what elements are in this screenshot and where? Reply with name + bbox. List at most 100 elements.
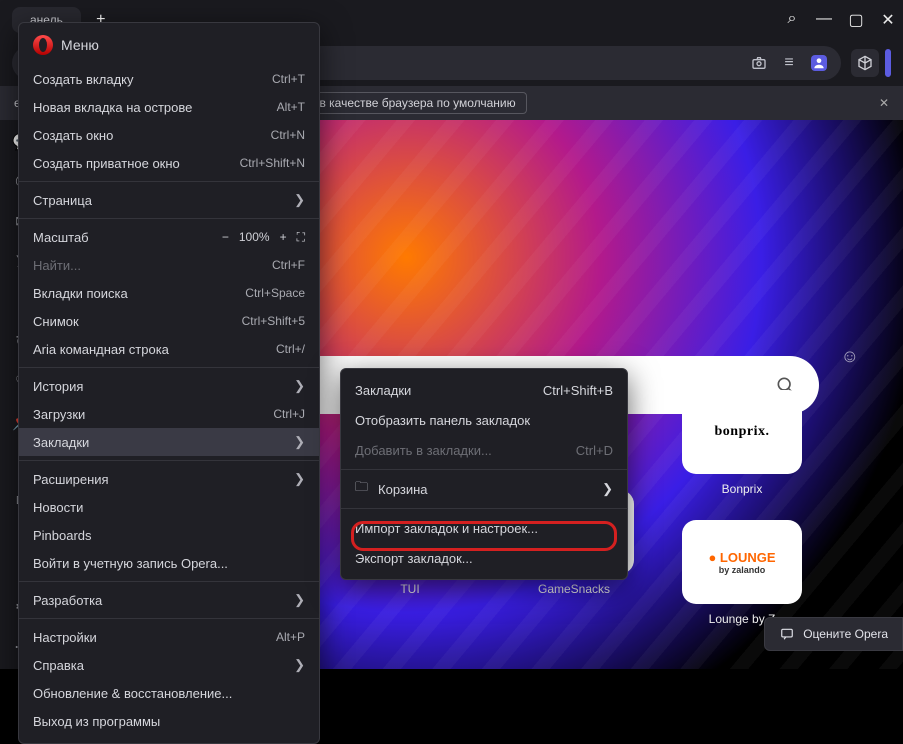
menu-item[interactable]: Войти в учетную запись Opera... — [19, 549, 319, 577]
fullscreen-icon[interactable]: ⛶ — [297, 230, 305, 245]
menu-item-label: Выход из программы — [33, 714, 160, 729]
tile-caption: TUI — [400, 582, 419, 596]
tile-logo-a: ● LOUNGE — [708, 550, 775, 565]
menu-item[interactable]: Разработка ❯ — [19, 586, 319, 614]
menu-item-label: Создать приватное окно — [33, 156, 180, 171]
menu-item[interactable]: Создать окно Ctrl+N — [19, 121, 319, 149]
toolbar-end-icons — [851, 49, 891, 77]
menu-item-label: Создать вкладку — [33, 72, 134, 87]
tile-logo-b: by zalando — [719, 565, 766, 575]
menu-item[interactable]: Pinboards — [19, 521, 319, 549]
folder-icon — [355, 478, 368, 500]
menu-item[interactable]: Выход из программы — [19, 707, 319, 735]
menu-item-label: Справка — [33, 658, 84, 673]
submenu-label: Корзина — [378, 482, 428, 497]
menu-item-label: Закладки — [33, 435, 89, 450]
menu-item-label: Расширения — [33, 472, 109, 487]
menu-item[interactable]: История ❯ — [19, 372, 319, 400]
zoom-controls[interactable]: − 100% + ⛶ — [222, 230, 305, 245]
tile-lounge[interactable]: ● LOUNGE by zalando Lounge by Z — [682, 520, 802, 626]
chat-icon — [779, 626, 795, 642]
menu-item-label: Настройки — [33, 630, 97, 645]
menu-item: Найти... Ctrl+F — [19, 251, 319, 279]
submenu-label: Отобразить панель закладок — [355, 413, 530, 428]
tile-caption: Bonprix — [722, 482, 763, 496]
menu-item-label: Снимок — [33, 314, 79, 329]
menu-shortcut: Alt+T — [277, 100, 305, 114]
menu-shortcut: Ctrl+Shift+5 — [242, 314, 305, 328]
submenu-item[interactable]: Экспорт закладок... — [341, 543, 627, 573]
submenu-label: Экспорт закладок... — [355, 551, 473, 566]
rate-opera-chip[interactable]: Оцените Opera — [764, 617, 903, 651]
chevron-right-icon: ❯ — [294, 192, 305, 208]
submenu-left: Закладки — [355, 383, 411, 398]
menu-item-label: Новая вкладка на острове — [33, 100, 192, 115]
menu-item[interactable]: Обновление & восстановление... — [19, 679, 319, 707]
submenu-item[interactable]: Корзина❯ — [341, 474, 627, 504]
menu-item[interactable]: Справка ❯ — [19, 651, 319, 679]
camera-icon[interactable] — [751, 55, 767, 71]
menu-item[interactable]: Новости — [19, 493, 319, 521]
submenu-left: Отобразить панель закладок — [355, 413, 530, 428]
menu-item[interactable]: Масштаб − 100% + ⛶ — [19, 223, 319, 251]
chevron-right-icon: ❯ — [294, 657, 305, 673]
menu-item-label: Новости — [33, 500, 83, 515]
rate-label: Оцените Opera — [803, 627, 888, 641]
menu-item[interactable]: Новая вкладка на острове Alt+T — [19, 93, 319, 121]
menu-item[interactable]: Вкладки поискаCtrl+Space — [19, 279, 319, 307]
minimize-button[interactable]: — — [817, 10, 831, 30]
submenu-left: Экспорт закладок... — [355, 551, 473, 566]
menu-shortcut: Ctrl+N — [271, 128, 305, 142]
menu-item-label: Aria командная строка — [33, 342, 169, 357]
smiley-icon[interactable]: ☺ — [841, 346, 859, 367]
submenu-left: Корзина — [355, 478, 428, 500]
menu-shortcut: Ctrl+Shift+N — [240, 156, 305, 170]
menu-item-label: Pinboards — [33, 528, 92, 543]
zoom-in-button[interactable]: + — [280, 230, 287, 244]
menu-item[interactable]: Создать вкладку Ctrl+T — [19, 65, 319, 93]
menu-shortcut: Ctrl+T — [272, 72, 305, 86]
menu-item-label: Разработка — [33, 593, 102, 608]
menu-item[interactable]: Настройки Alt+P — [19, 623, 319, 651]
menu-item-label: Создать окно — [33, 128, 113, 143]
chevron-right-icon: ❯ — [294, 592, 305, 608]
maximize-button[interactable]: ▢ — [849, 10, 863, 30]
submenu-shortcut: Ctrl+D — [576, 443, 613, 458]
menu-item-label: Найти... — [33, 258, 81, 273]
submenu-left: Добавить в закладки... — [355, 443, 492, 458]
submenu-item[interactable]: Закладки Ctrl+Shift+B — [341, 375, 627, 405]
profile-icon[interactable] — [811, 55, 827, 71]
submenu-item[interactable]: Отобразить панель закладок — [341, 405, 627, 435]
chevron-right-icon: ❯ — [294, 378, 305, 394]
tabs-search-icon[interactable]: ⌕ — [785, 10, 799, 30]
menu-shortcut: Alt+P — [276, 630, 305, 644]
menu-item[interactable]: Закладки ❯ — [19, 428, 319, 456]
menu-item[interactable]: ЗагрузкиCtrl+J — [19, 400, 319, 428]
submenu-label: Добавить в закладки... — [355, 443, 492, 458]
menu-item[interactable]: Расширения❯ — [19, 465, 319, 493]
tile-bonprix[interactable]: bonprix. Bonprix — [682, 390, 802, 496]
menu-item-label: Страница — [33, 193, 92, 208]
sliders-icon[interactable]: ≡ — [781, 55, 797, 71]
tile-logo: bonprix. — [715, 424, 770, 440]
menu-item-label: История — [33, 379, 83, 394]
menu-item[interactable]: Снимок Ctrl+Shift+5 — [19, 307, 319, 335]
menu-item[interactable]: Aria командная строкаCtrl+/ — [19, 335, 319, 363]
close-window-button[interactable]: ✕ — [881, 10, 895, 30]
menu-shortcut: Ctrl+F — [272, 258, 305, 272]
window-controls: ⌕ — ▢ ✕ — [785, 10, 895, 30]
cube-icon[interactable] — [851, 49, 879, 77]
zoom-out-button[interactable]: − — [222, 230, 229, 244]
chevron-right-icon: ❯ — [294, 434, 305, 450]
menu-item[interactable]: Создать приватное окно Ctrl+Shift+N — [19, 149, 319, 177]
menu-item-label: Обновление & восстановление... — [33, 686, 232, 701]
banner-close-button[interactable]: ✕ — [879, 96, 889, 110]
menu-item-label: Загрузки — [33, 407, 85, 422]
menu-item-label: Масштаб — [33, 230, 89, 245]
accent-bar-icon[interactable] — [885, 49, 891, 77]
opera-logo-icon — [33, 35, 53, 55]
menu-item[interactable]: Страница ❯ — [19, 186, 319, 214]
submenu-item[interactable]: Импорт закладок и настроек... — [341, 513, 627, 543]
submenu-shortcut: Ctrl+Shift+B — [543, 383, 613, 398]
bookmarks-submenu: Закладки Ctrl+Shift+B Отобразить панель за… — [340, 368, 628, 580]
